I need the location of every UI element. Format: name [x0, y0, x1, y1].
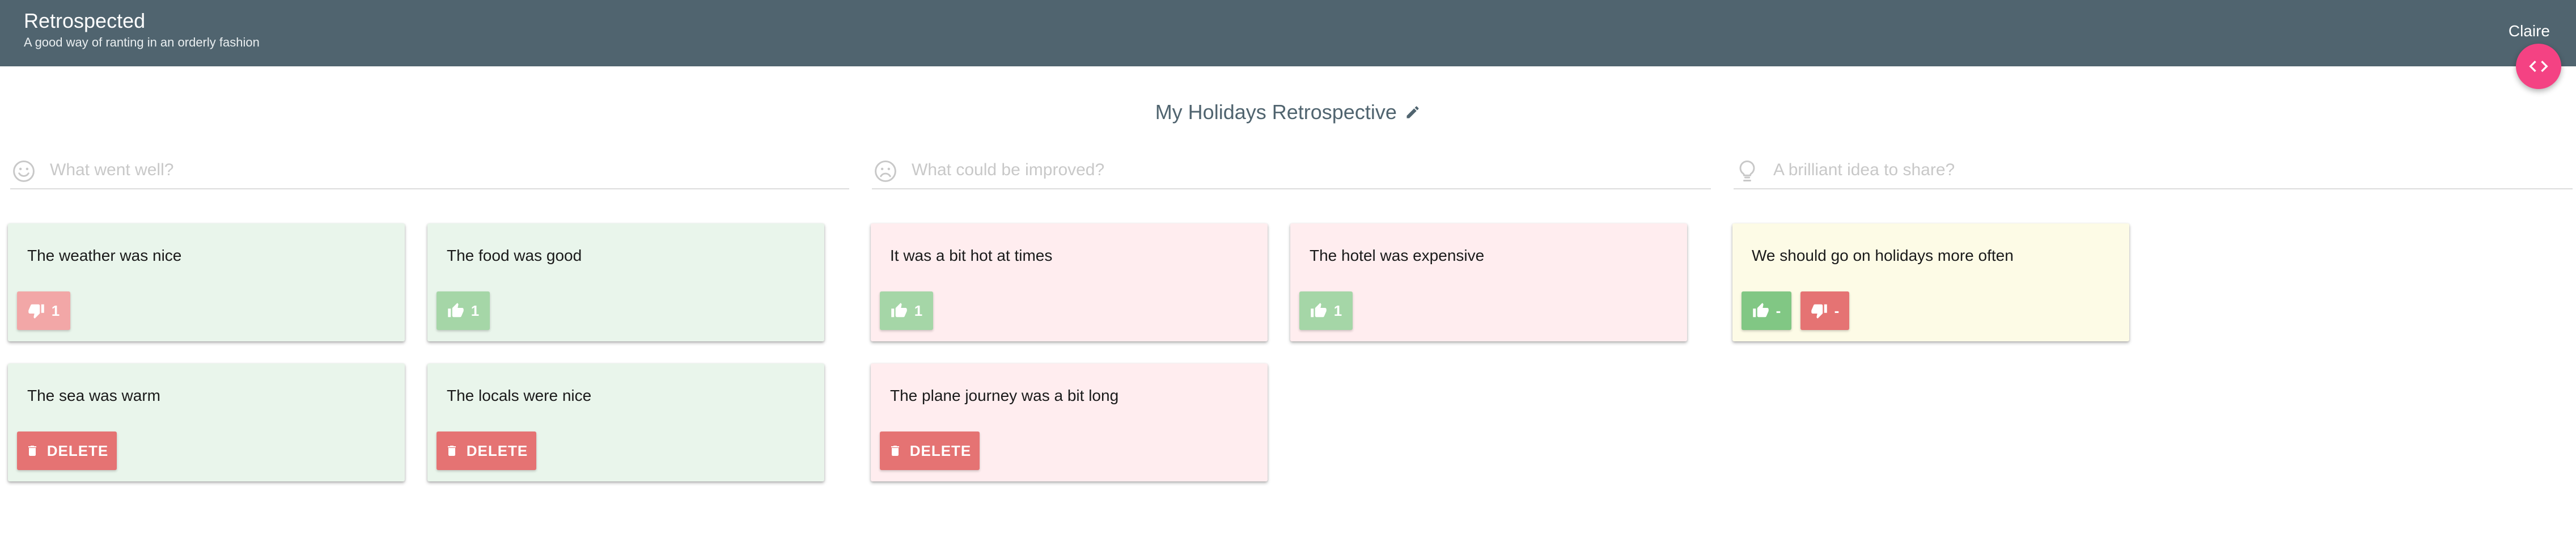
edit-pencil-icon[interactable]: [1405, 104, 1421, 120]
dislike-count: -: [1834, 302, 1840, 319]
like-count: -: [1776, 302, 1781, 319]
column-improve: [872, 153, 1711, 189]
post-text: The hotel was expensive: [1310, 247, 1485, 264]
vote-count: 1: [51, 302, 60, 319]
dislike-button[interactable]: 1: [17, 291, 70, 330]
vote-count: 1: [471, 302, 480, 319]
column-input-row: [1734, 153, 2573, 189]
post-text: The locals were nice: [447, 387, 592, 404]
dislike-button[interactable]: -: [1800, 291, 1849, 330]
trash-icon: [28, 446, 36, 456]
delete-label: DELETE: [466, 442, 528, 459]
post-text: The sea was warm: [27, 387, 160, 404]
post-card: The sea was warm DELETE: [8, 363, 405, 481]
thumbs-up-icon: [1311, 303, 1327, 318]
post-card: We should go on holidays more often - -: [1732, 223, 2129, 341]
post-text: The plane journey was a bit long: [890, 387, 1119, 404]
session-title[interactable]: My Holidays Retrospective: [1155, 100, 1397, 125]
thumbs-down-icon: [1811, 304, 1827, 319]
smile-icon: [13, 160, 35, 182]
trash-icon: [891, 446, 899, 456]
post-card: It was a bit hot at times 1: [871, 223, 1268, 341]
thumbs-up-icon: [891, 303, 907, 318]
post-text: We should go on holidays more often: [1752, 247, 2014, 264]
code-toggle-button[interactable]: [2516, 44, 2561, 89]
trash-icon: [447, 446, 456, 456]
like-button[interactable]: 1: [1299, 291, 1353, 330]
app-bar: Retrospected A good way of ranting in an…: [0, 0, 2576, 66]
like-button[interactable]: 1: [437, 291, 490, 330]
thumbs-down-icon: [28, 304, 44, 319]
post-card: The locals were nice DELETE: [427, 363, 824, 481]
session-title-row: My Holidays Retrospective: [0, 100, 2576, 125]
column-input-row: [10, 153, 849, 189]
code-icon: [2529, 61, 2548, 72]
app-title: Retrospected: [24, 9, 146, 32]
delete-button[interactable]: DELETE: [437, 432, 536, 470]
went-well-input[interactable]: [50, 158, 832, 183]
vote-count: 1: [914, 302, 923, 319]
column-went-well: [10, 153, 849, 189]
thumbs-up-icon: [1752, 303, 1769, 318]
column-input-row: [872, 153, 1711, 189]
column-ideas: [1734, 153, 2573, 189]
delete-label: DELETE: [46, 442, 109, 459]
post-card: The plane journey was a bit long DELETE: [871, 363, 1268, 481]
lightbulb-icon: [1739, 160, 1755, 181]
user-name[interactable]: Claire: [2509, 22, 2550, 41]
like-button[interactable]: 1: [880, 291, 933, 330]
post-text: The weather was nice: [27, 247, 182, 264]
delete-label: DELETE: [909, 442, 972, 459]
delete-button[interactable]: DELETE: [880, 432, 980, 470]
delete-button[interactable]: DELETE: [17, 432, 117, 470]
like-button[interactable]: -: [1742, 291, 1791, 330]
post-card: The food was good 1: [427, 223, 824, 341]
post-text: The food was good: [447, 247, 582, 264]
app-subtitle: A good way of ranting in an orderly fash…: [24, 35, 260, 49]
post-card: The weather was nice 1: [8, 223, 405, 341]
vote-count: 1: [1333, 302, 1342, 319]
improve-input[interactable]: [912, 158, 1694, 183]
ideas-input[interactable]: [1773, 158, 2556, 183]
post-card: The hotel was expensive 1: [1290, 223, 1687, 341]
thumbs-up-icon: [448, 303, 464, 318]
post-text: It was a bit hot at times: [890, 247, 1053, 264]
frown-icon: [875, 160, 896, 182]
